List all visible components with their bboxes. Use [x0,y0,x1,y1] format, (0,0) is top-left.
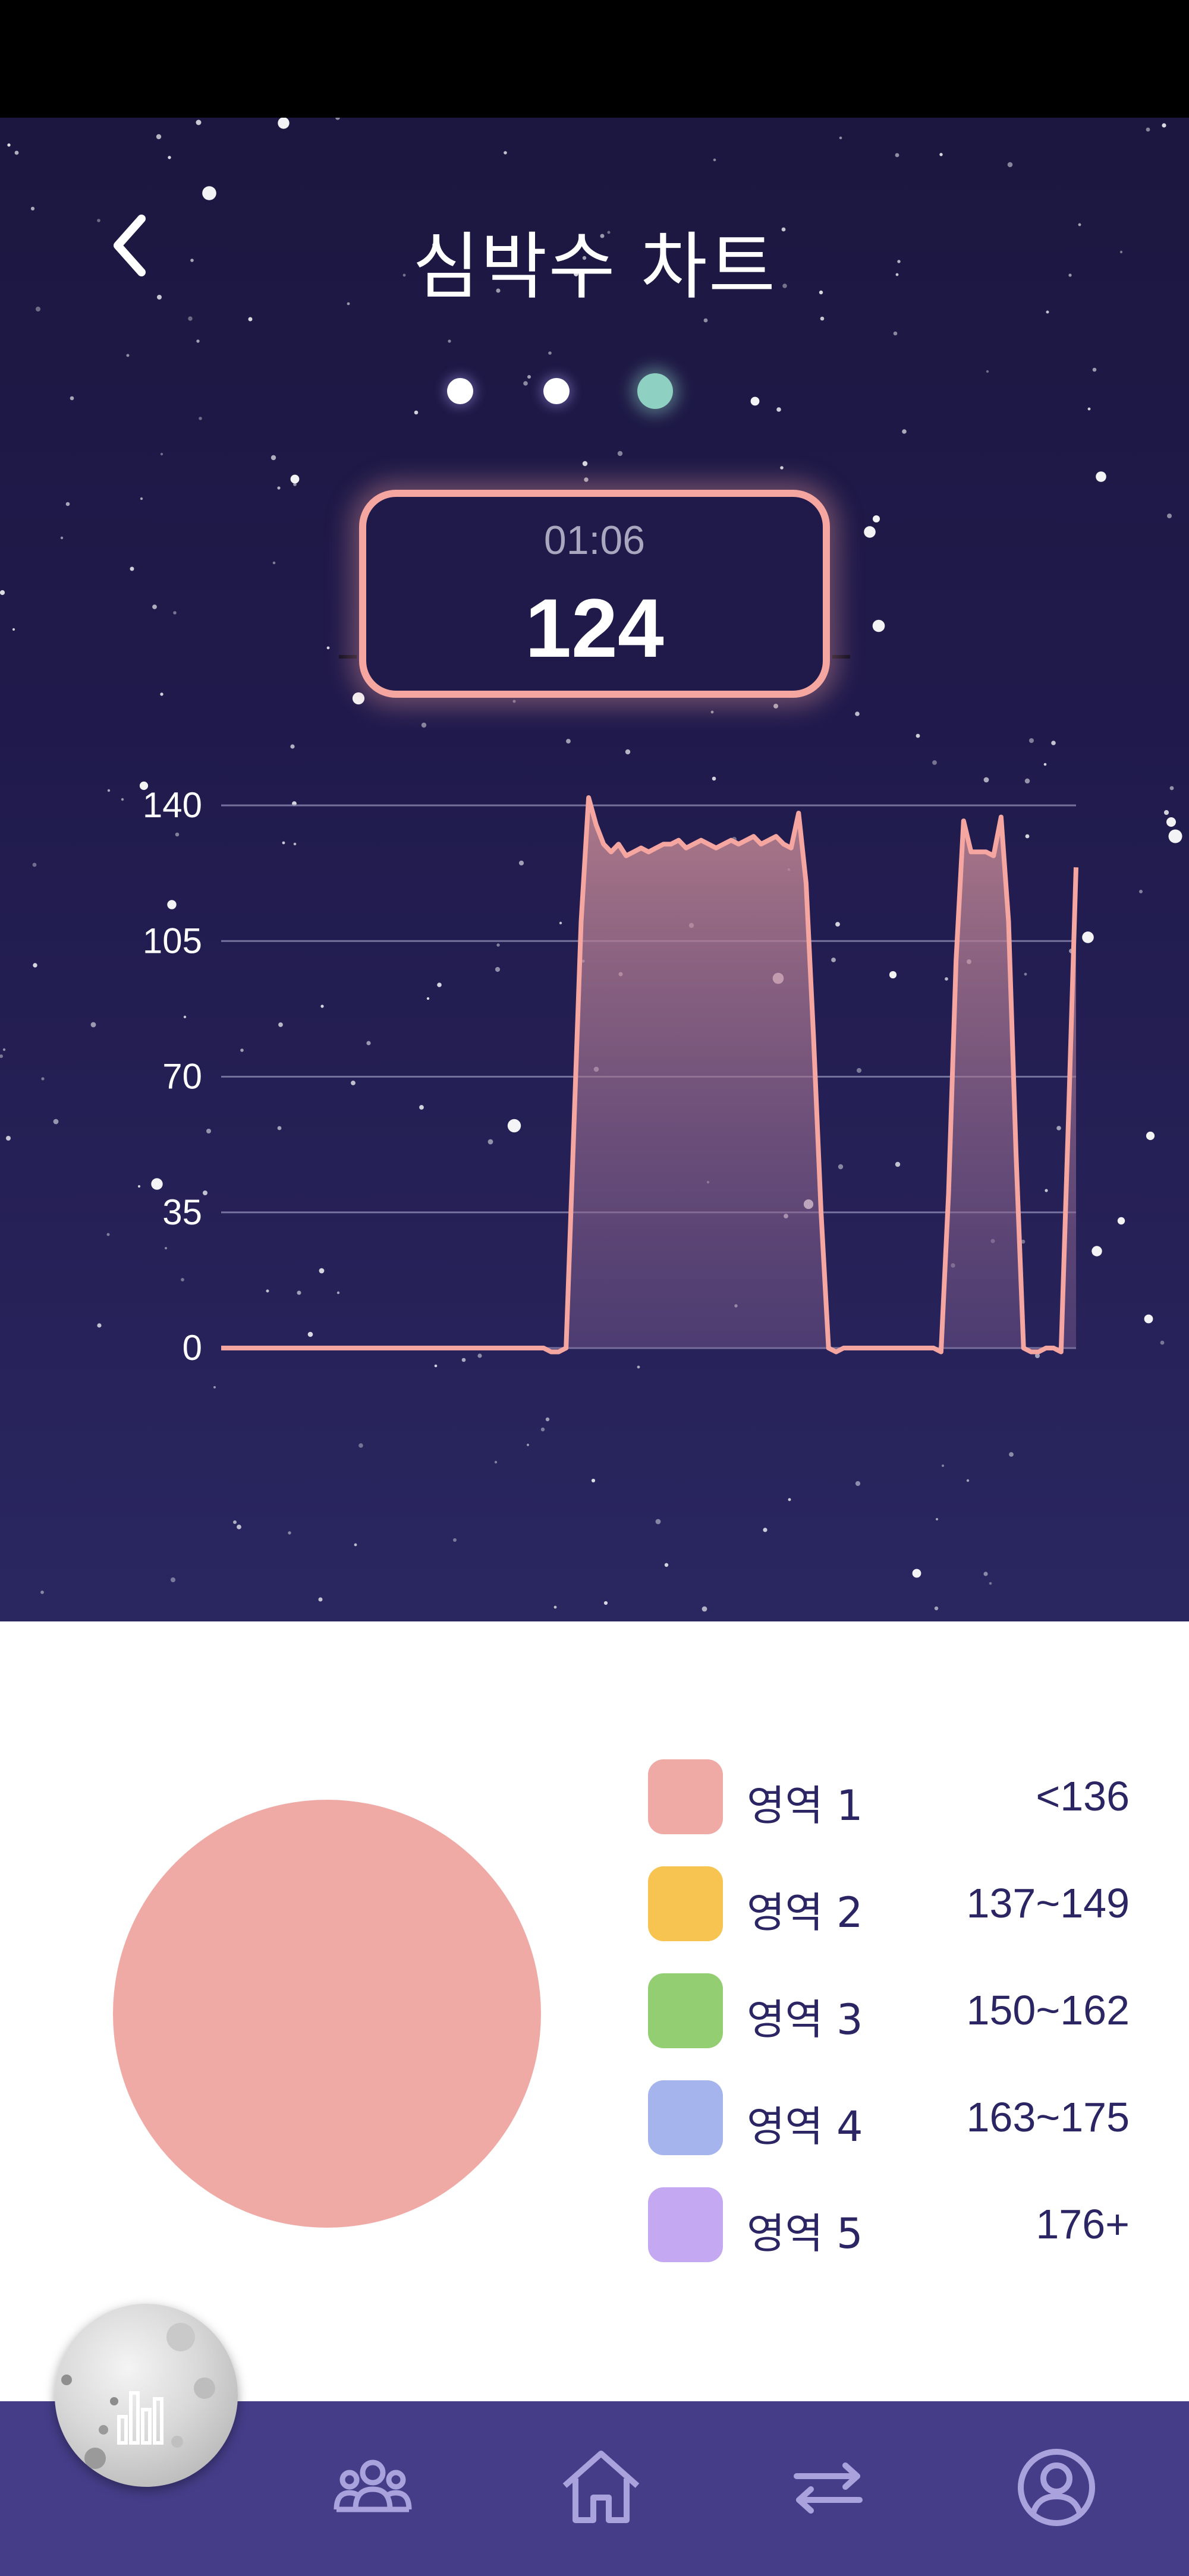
zone-3-swatch [648,1973,723,2048]
moon-chart-button[interactable] [55,2304,238,2487]
zone-legend-item-2: 영역 2 137~149 [648,1866,1130,1941]
home-icon [562,2451,640,2523]
y-tick-label: 0 [183,1328,202,1368]
heart-rate-area [221,798,1076,1352]
readout-value: 124 [525,581,664,675]
status-bar [0,0,1189,118]
nav-profile-button[interactable] [1012,2443,1101,2532]
zone-4-name: 영역 4 [747,2102,863,2151]
zone-5-swatch [648,2187,723,2262]
heart-rate-readout: 01:06 124 [359,490,830,698]
nav-group-button[interactable] [328,2443,417,2532]
moon-chart-icon [61,2323,215,2469]
zone-1-range: <136 [1036,1773,1130,1819]
nav-transfer-button[interactable] [784,2443,873,2532]
y-tick-label: 105 [143,921,202,961]
readout-time: 01:06 [543,518,646,563]
zone-legend-item-1: 영역 1 <136 [648,1759,1130,1834]
zone-3-name: 영역 3 [747,1995,863,2044]
chart-panel: 심박수 차트 0 35 70 105 140 01:06 124 [0,118,1189,1621]
zone-2-range: 137~149 [966,1880,1130,1926]
y-tick-label: 140 [143,785,202,825]
zone-1-swatch [648,1759,723,1834]
transfer-icon [794,2462,863,2514]
zone-1-name: 영역 1 [747,1781,863,1830]
zone-4-swatch [648,2080,723,2155]
heart-rate-chart: 0 35 70 105 140 [143,655,1078,1368]
zone-4-range: 163~175 [966,2094,1130,2140]
y-tick-label: 70 [162,1057,202,1097]
zone-legend-item-5: 영역 5 176+ [648,2187,1130,2262]
zone-legend-item-3: 영역 3 150~162 [648,1973,1130,2048]
zone-summary: 영역 1 <136 영역 2 137~149 영역 3 150~162 영역 4… [0,1621,1189,2401]
zone-2-swatch [648,1866,723,1941]
zone-3-range: 150~162 [966,1987,1130,2033]
zone-5-name: 영역 5 [747,2209,863,2258]
nav-home-button[interactable] [556,2443,646,2532]
zone-pie-chart [113,1800,541,2228]
zone-5-range: 176+ [1036,2201,1130,2247]
zone-2-name: 영역 2 [747,1888,863,1937]
group-icon [334,2460,412,2512]
profile-icon [1018,2449,1095,2526]
y-tick-label: 35 [162,1192,202,1232]
zone-legend-item-4: 영역 4 163~175 [648,2080,1130,2155]
pie-slice-zone-1 [113,1800,541,2228]
